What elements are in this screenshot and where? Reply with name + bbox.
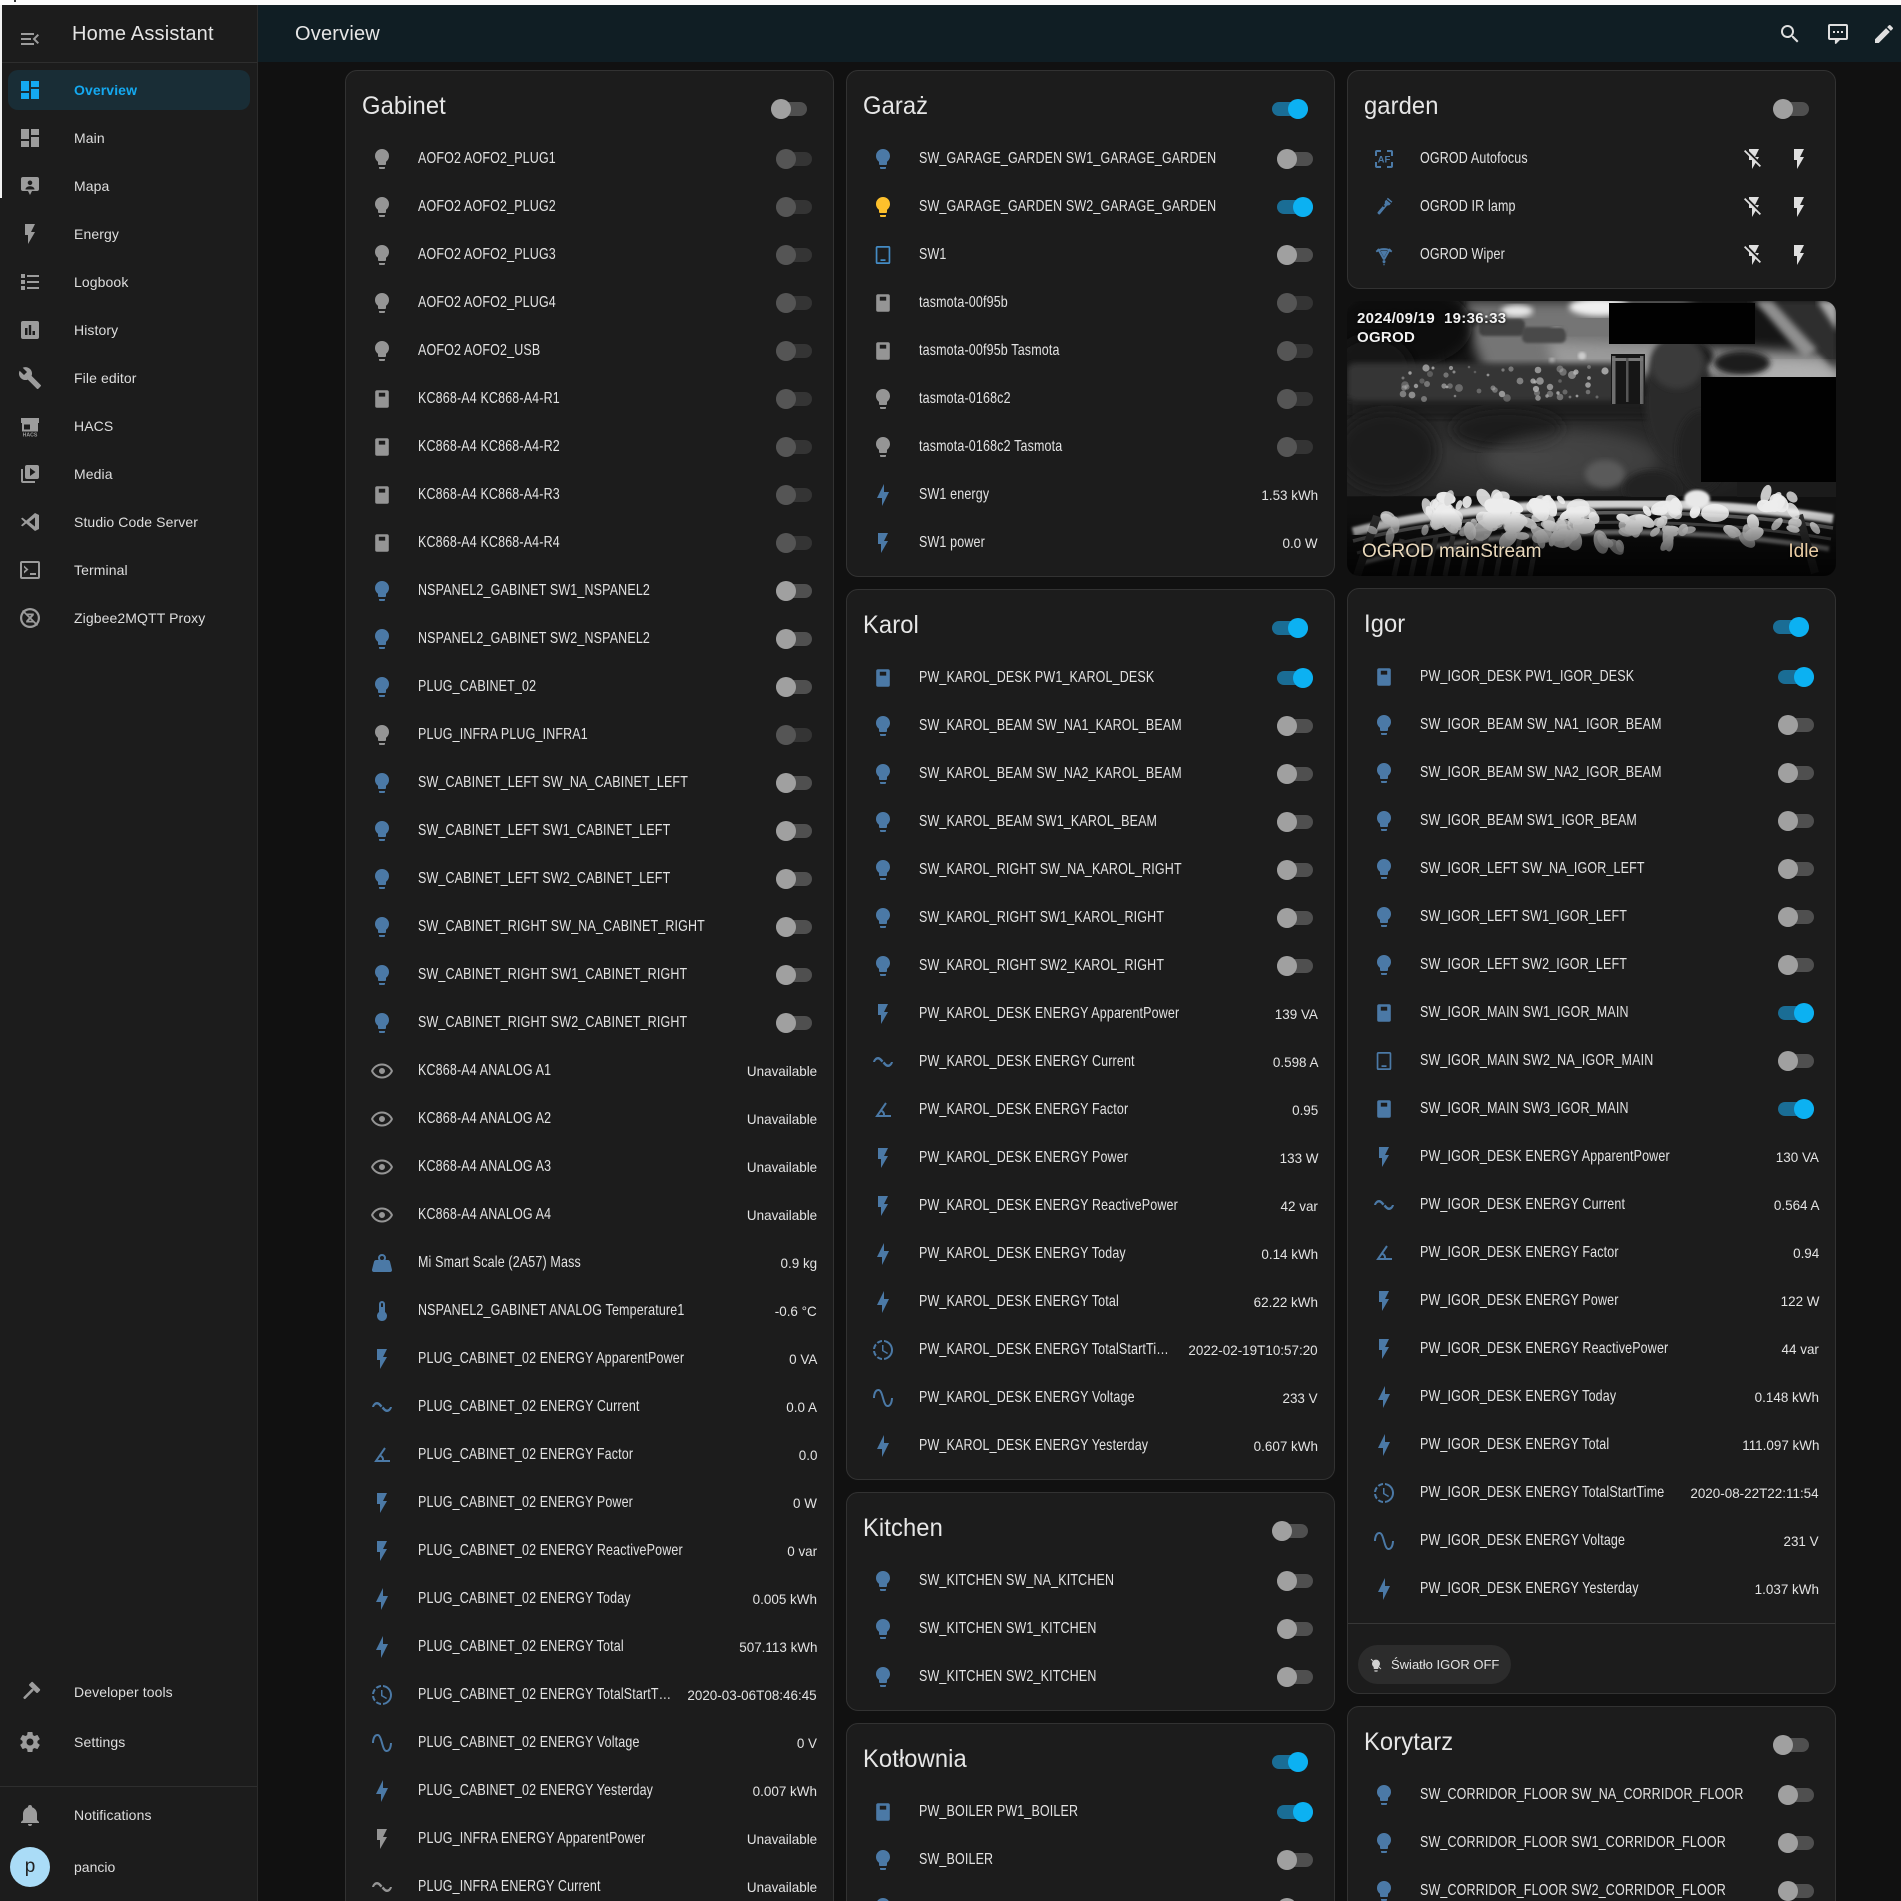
svg-text:AF: AF <box>1378 155 1391 166</box>
svg-text:HACS: HACS <box>23 433 38 439</box>
